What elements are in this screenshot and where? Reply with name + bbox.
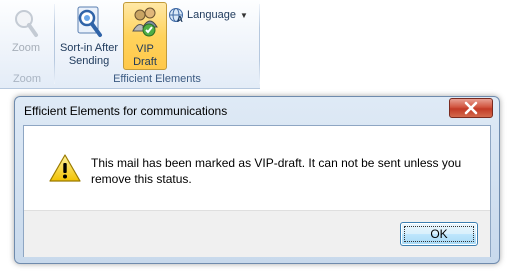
efficient-elements-group-label: Efficient Elements: [113, 73, 201, 85]
ribbon: Zoom Zoom Sort-in After Sending VIP Draf…: [0, 0, 260, 89]
dialog-message: This mail has been marked as VIP-draft. …: [91, 156, 462, 186]
chevron-down-icon: ▼: [239, 10, 248, 20]
vip-draft-button[interactable]: VIP Draft: [123, 2, 167, 70]
efficient-elements-group: Sort-in After Sending VIP Draft A Langua…: [55, 0, 259, 88]
language-label: Language: [187, 8, 236, 21]
magnifier-icon: [15, 10, 38, 37]
language-icon: A: [169, 8, 183, 23]
dialog-title: Efficient Elements for communications: [24, 104, 228, 118]
zoom-button[interactable]: Zoom: [2, 2, 50, 68]
message-dialog: Efficient Elements for communications Th…: [14, 96, 500, 264]
sort-in-after-sending-label: Sort-in After Sending: [59, 42, 119, 67]
zoom-group-label: Zoom: [12, 73, 42, 85]
zoom-button-label: Zoom: [11, 42, 41, 54]
dialog-titlebar[interactable]: Efficient Elements for communications: [15, 97, 499, 125]
sort-in-icon: [77, 6, 102, 37]
message-area: This mail has been marked as VIP-draft. …: [24, 126, 490, 210]
button-bar: OK: [24, 210, 490, 257]
zoom-group: Zoom Zoom: [0, 0, 54, 88]
svg-text:A: A: [177, 15, 183, 23]
ok-button-label: OK: [430, 227, 448, 241]
vip-draft-icon: [132, 7, 158, 37]
group-separator: [259, 4, 260, 84]
language-button[interactable]: A Language ▼: [168, 7, 248, 23]
warning-icon: [49, 154, 81, 182]
close-button[interactable]: [449, 98, 493, 118]
ok-button[interactable]: OK: [400, 222, 478, 246]
close-icon: [464, 101, 478, 115]
vip-draft-label: VIP Draft: [133, 43, 157, 68]
dialog-client-area: This mail has been marked as VIP-draft. …: [23, 125, 491, 257]
sort-in-after-sending-button[interactable]: Sort-in After Sending: [57, 2, 121, 68]
